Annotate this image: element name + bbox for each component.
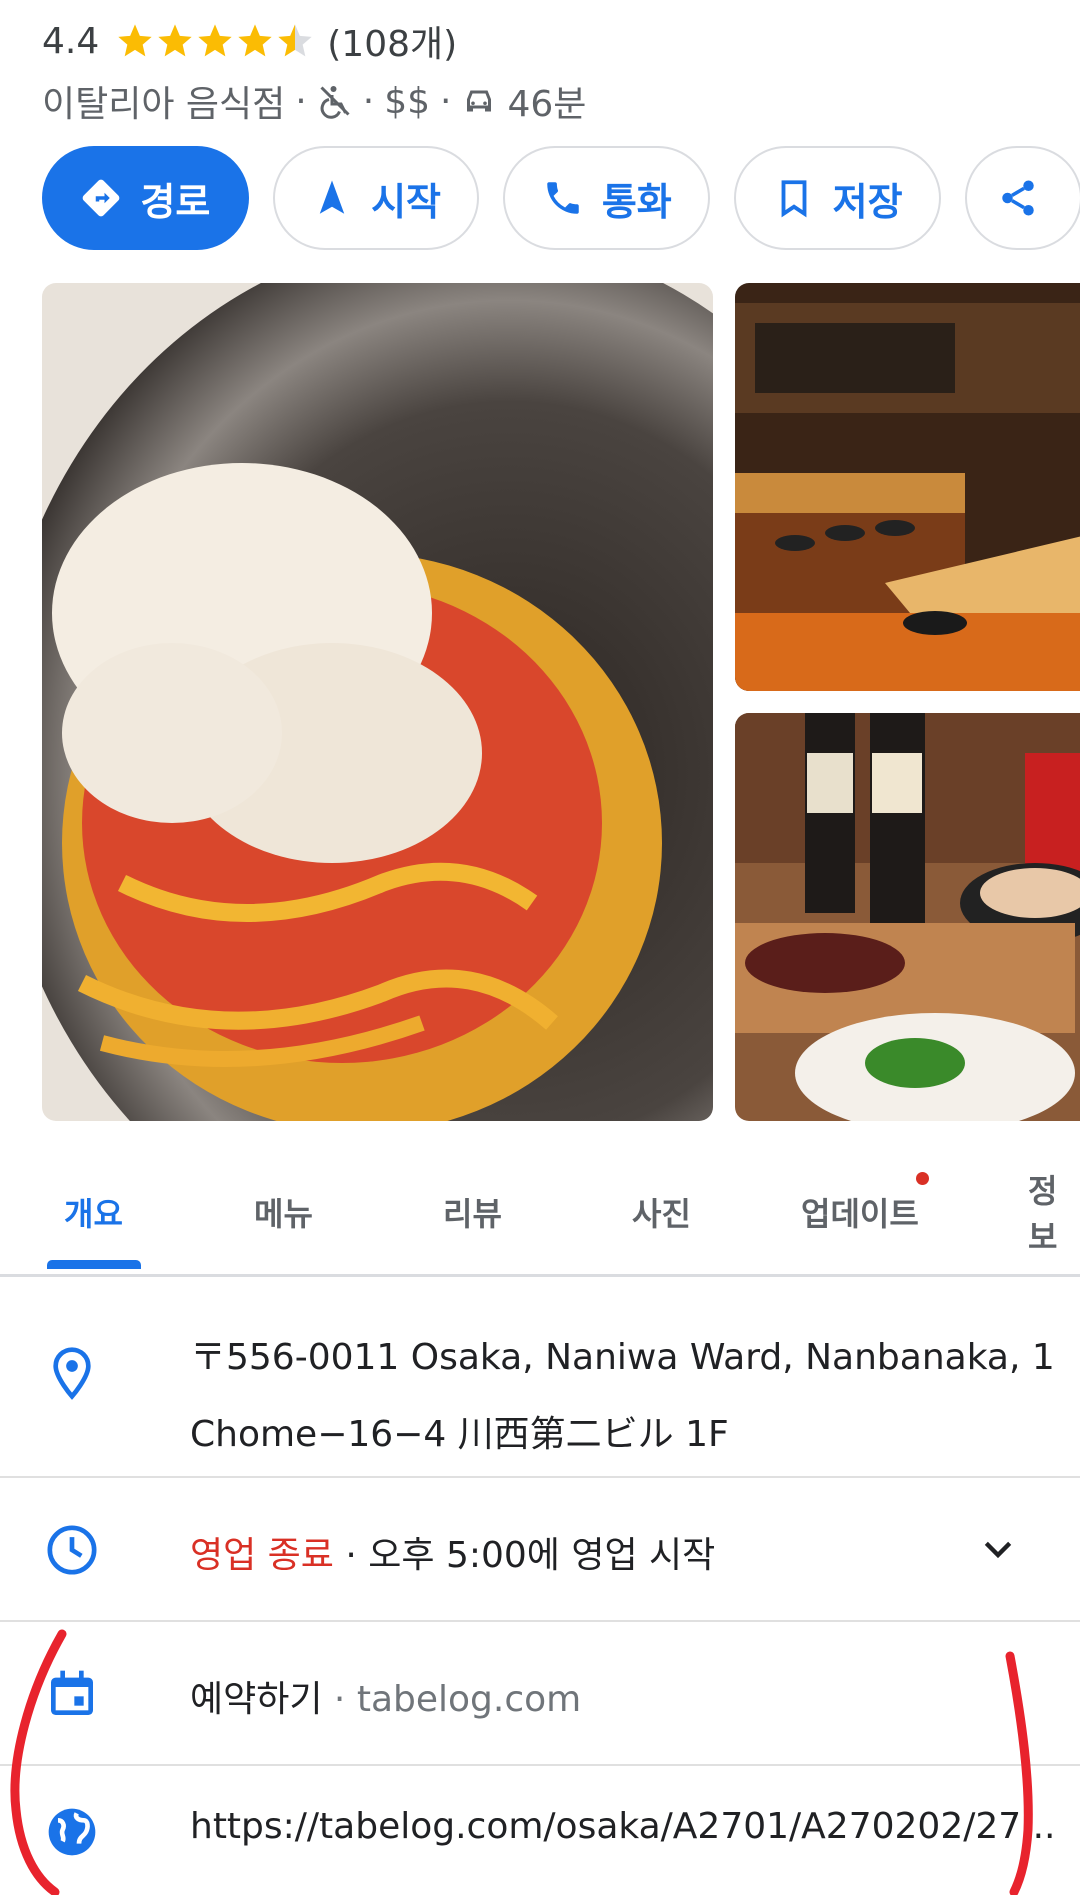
- star-icon: [198, 24, 232, 57]
- website-row[interactable]: https://tabelog.com/osaka/A2701/A270202/…: [0, 1766, 1080, 1895]
- clock-icon: [47, 1525, 97, 1575]
- car-icon: [467, 90, 492, 112]
- update-notification-dot: [916, 1172, 929, 1185]
- bookmark-icon: [781, 180, 807, 218]
- address-text: 〒556-0011 Osaka, Naniwa Ward, Nanbanaka,…: [190, 1319, 1055, 1473]
- separator: ·: [322, 1679, 357, 1720]
- share-button[interactable]: [964, 146, 1080, 250]
- save-label: 저장: [832, 179, 903, 224]
- location-pin-icon: [53, 1347, 91, 1400]
- globe-icon: [48, 1808, 96, 1856]
- rating-row[interactable]: 4.4 (108개): [42, 14, 457, 68]
- reservation-label: 예약하기: [190, 1679, 323, 1720]
- directions-button[interactable]: 경로: [42, 146, 249, 250]
- start-button[interactable]: 시작: [272, 146, 480, 250]
- photo-interior[interactable]: [735, 283, 1080, 691]
- address-line2: Chome−16−4 川西第二ビル 1F: [190, 1414, 729, 1455]
- start-label: 시작: [371, 179, 441, 224]
- directions-icon: [83, 179, 120, 217]
- star-rating: [115, 21, 315, 61]
- reservation-site: tabelog.com: [356, 1679, 582, 1720]
- tab-overview[interactable]: 개요: [64, 1150, 123, 1274]
- category-label: 이탈리아 음식점: [42, 84, 286, 125]
- action-button-row: 경로 시작 통화 저장: [42, 146, 1080, 250]
- photo-pasta[interactable]: [42, 283, 713, 1121]
- reservation-text: 예약하기 · tabelog.com: [190, 1670, 581, 1722]
- tab-menu[interactable]: 메뉴: [254, 1150, 313, 1274]
- call-button[interactable]: 통화: [503, 146, 711, 250]
- share-icon: [1002, 180, 1034, 216]
- not-wheelchair-accessible-icon: [320, 86, 350, 119]
- rating-value: 4.4: [42, 20, 100, 62]
- tab-about[interactable]: 정보: [1028, 1150, 1080, 1274]
- directions-label: 경로: [140, 179, 211, 224]
- phone-icon: [547, 182, 579, 214]
- restaurant-interior-image: [735, 283, 1080, 691]
- hours-row[interactable]: 영업 종료 · 오후 5:00에 영업 시작: [0, 1478, 1080, 1622]
- separator: ·: [362, 80, 375, 122]
- address-line1: 〒556-0011 Osaka, Naniwa Ward, Nanbanaka,…: [190, 1337, 1055, 1378]
- pasta-image: [42, 283, 713, 1121]
- star-icon: [118, 24, 152, 57]
- hours-status: 영업 종료: [190, 1535, 334, 1576]
- reservation-row[interactable]: 예약하기 · tabelog.com: [0, 1622, 1080, 1766]
- separator: ·: [333, 1535, 369, 1576]
- hours-detail: 오후 5:00에 영업 시작: [368, 1535, 716, 1576]
- call-label: 통화: [601, 179, 672, 224]
- meta-row: 이탈리아 음식점 · · $$ · 46분: [42, 74, 586, 128]
- website-url: https://tabelog.com/osaka/A2701/A270202/…: [190, 1806, 1056, 1847]
- star-icon: [158, 24, 192, 57]
- navigation-icon: [319, 180, 345, 214]
- chevron-down-icon[interactable]: [978, 1530, 1018, 1570]
- tab-reviews[interactable]: 리뷰: [443, 1150, 502, 1274]
- calendar-icon: [51, 1670, 93, 1715]
- active-tab-indicator: [47, 1260, 141, 1269]
- half-star-icon: [278, 24, 312, 57]
- save-button[interactable]: 저장: [734, 146, 941, 250]
- drive-time: 46분: [507, 84, 587, 125]
- wine-and-steak-image: [735, 713, 1080, 1121]
- price-level: $$: [384, 80, 431, 122]
- tab-updates[interactable]: 업데이트: [801, 1150, 919, 1274]
- hours-text: 영업 종료 · 오후 5:00에 영업 시작: [190, 1526, 715, 1578]
- tab-bar: 개요 메뉴 리뷰 사진 업데이트 정보: [0, 1150, 1080, 1277]
- address-row[interactable]: 〒556-0011 Osaka, Naniwa Ward, Nanbanaka,…: [0, 1277, 1080, 1478]
- tab-photos[interactable]: 사진: [632, 1150, 691, 1274]
- review-count: (108개): [327, 24, 458, 65]
- photo-wine-steak[interactable]: [735, 713, 1080, 1121]
- star-icon: [238, 24, 272, 57]
- separator: ·: [295, 80, 307, 122]
- separator: ·: [440, 80, 452, 122]
